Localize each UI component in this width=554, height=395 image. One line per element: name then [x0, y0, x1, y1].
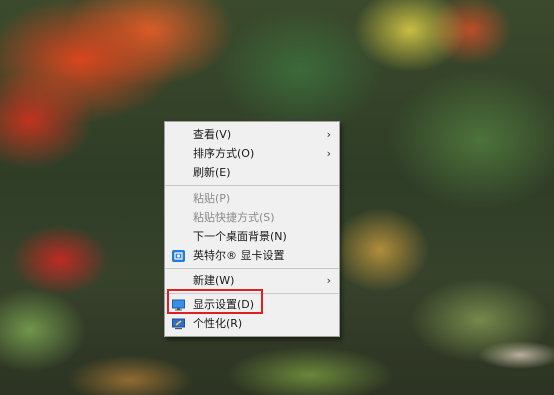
- menu-item-paste-shortcut[interactable]: 粘贴快捷方式(S): [165, 208, 339, 227]
- menu-item-label: 排序方式(O): [193, 147, 255, 160]
- highlight-annotation-box: [167, 289, 263, 314]
- menu-item-sort-by[interactable]: 排序方式(O) ›: [165, 144, 339, 163]
- menu-item-intel-graphics-settings[interactable]: 英特尔® 显卡设置: [165, 246, 339, 265]
- intel-graphics-icon: [172, 249, 185, 262]
- menu-item-view[interactable]: 查看(V) ›: [165, 125, 339, 144]
- chevron-right-icon: ›: [326, 128, 331, 141]
- menu-item-label: 粘贴快捷方式(S): [193, 211, 275, 224]
- menu-item-label: 新建(W): [193, 274, 235, 287]
- chevron-right-icon: ›: [326, 147, 331, 160]
- menu-item-refresh[interactable]: 刷新(E): [165, 163, 339, 182]
- menu-item-label: 粘贴(P): [193, 192, 231, 205]
- menu-separator: [165, 185, 339, 186]
- menu-item-paste[interactable]: 粘贴(P): [165, 189, 339, 208]
- personalize-icon: [172, 317, 185, 330]
- menu-item-label: 下一个桌面背景(N): [193, 230, 287, 243]
- menu-item-label: 个性化(R): [193, 317, 243, 330]
- menu-item-label: 查看(V): [193, 128, 232, 141]
- menu-item-new[interactable]: 新建(W) ›: [165, 271, 339, 290]
- menu-separator: [165, 268, 339, 269]
- menu-item-label: 刷新(E): [193, 166, 231, 179]
- menu-item-next-desktop-background[interactable]: 下一个桌面背景(N): [165, 227, 339, 246]
- chevron-right-icon: ›: [326, 274, 331, 287]
- menu-item-label: 英特尔® 显卡设置: [193, 249, 285, 262]
- menu-item-personalize[interactable]: 个性化(R): [165, 314, 339, 333]
